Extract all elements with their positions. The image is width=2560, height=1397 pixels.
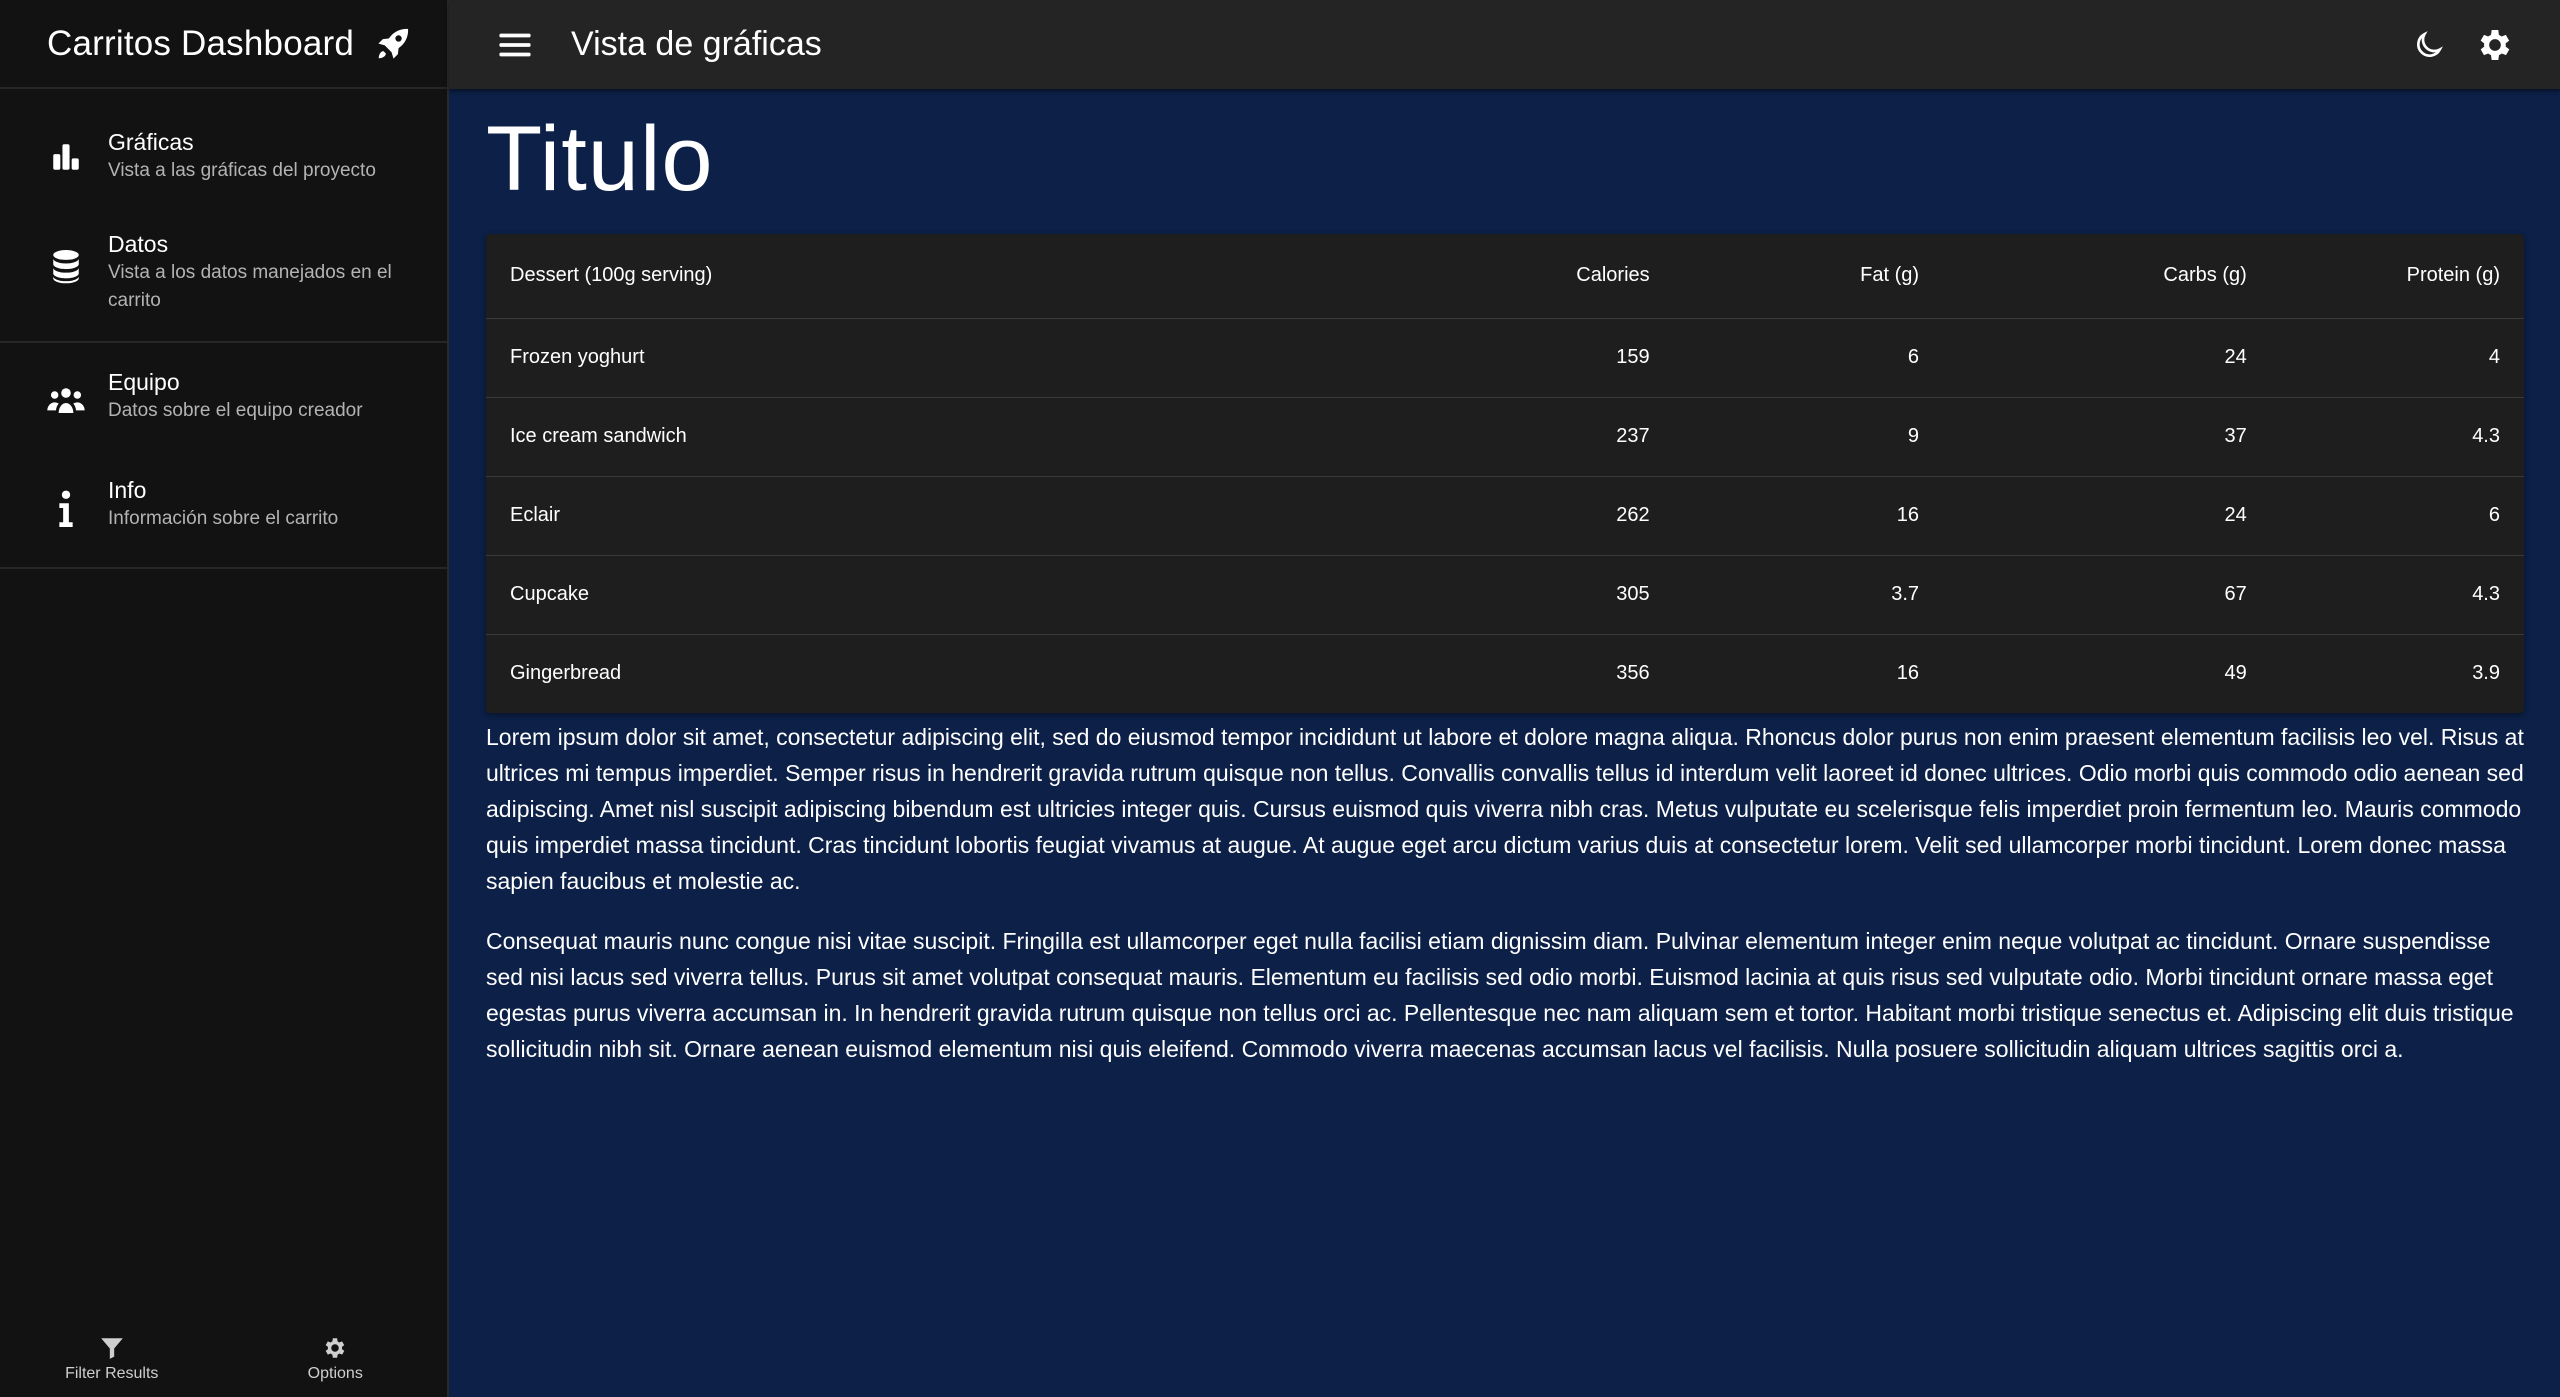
table-cell: Eclair <box>486 476 1553 556</box>
sidebar-item-subtitle: Vista a las gráficas del proyecto <box>108 160 376 181</box>
table-cell: 49 <box>2224 662 2247 685</box>
sidebar-item-equipo[interactable]: Equipo Datos sobre el equipo creador <box>0 367 447 439</box>
rocket-icon <box>378 28 409 59</box>
table-header-row: Dessert (100g serving) Calories Fat (g) … <box>486 234 2524 319</box>
table-cell: 237 <box>1552 397 1674 477</box>
table-cell: 305 <box>1552 555 1674 635</box>
sidebar-item-subtitle: Datos sobre el equipo creador <box>108 400 363 421</box>
column-header-calories[interactable]: Calories <box>1552 234 1674 319</box>
table-cell: 6 <box>1673 318 1944 398</box>
nav-group-main: Gráficas Vista a las gráficas del proyec… <box>0 89 447 343</box>
body-text: Lorem ipsum dolor sit amet, consectetur … <box>486 719 2524 1067</box>
filter-results-label: Filter Results <box>65 1365 159 1382</box>
sidebar-item-title: Info <box>108 477 147 503</box>
table-row: Ice cream sandwich 237 9 37 4.3 <box>486 397 2524 477</box>
table-cell: Frozen yoghurt <box>486 318 1553 398</box>
sidebar-header: Carritos Dashboard <box>0 0 447 89</box>
desserts-table: Dessert (100g serving) Calories Fat (g) … <box>486 234 2524 713</box>
table-cell: 3.7 <box>1673 555 1944 635</box>
sidebar-item-datos[interactable]: Datos Vista a los datos manejados en el … <box>0 229 447 331</box>
table-cell: 67 <box>1943 555 2271 635</box>
table-cell: 24 <box>1943 476 2271 556</box>
table-cell: 4.3 <box>2270 397 2524 477</box>
table-cell: Gingerbread <box>510 662 622 685</box>
bottom-navigation: Filter Results Options <box>0 1327 447 1397</box>
moon-icon <box>2417 30 2443 57</box>
table-row: Cupcake 305 3.7 67 4.3 <box>486 555 2524 635</box>
sidebar-item-subtitle: Vista a los datos manejados en el carrit… <box>108 262 392 311</box>
filter-icon <box>100 1338 123 1359</box>
table-row: Frozen yoghurt 159 6 24 4 <box>486 318 2524 398</box>
info-icon <box>46 489 86 529</box>
sidebar-item-info[interactable]: Info Información sobre el carrito <box>0 475 447 547</box>
top-app-bar: Vista de gráficas <box>449 0 2560 89</box>
column-header-fat[interactable]: Fat (g) <box>1673 234 1944 319</box>
sidebar-item-title: Datos <box>108 231 169 257</box>
top-actions <box>2384 24 2516 66</box>
table-cell: 24 <box>1943 318 2271 398</box>
sidebar-item-subtitle: Información sobre el carrito <box>108 508 339 529</box>
table-cell: 4 <box>2270 318 2524 398</box>
options-label: Options <box>307 1365 363 1382</box>
table-row: Gingerbread 356 16 49 3.9 <box>486 634 2524 713</box>
sidebar: Carritos Dashboard Gráficas Vista a las … <box>0 0 449 1397</box>
people-icon <box>46 381 86 421</box>
gear-icon <box>2480 29 2510 60</box>
table-cell: 9 <box>1673 397 1944 477</box>
table-cell: 16 <box>1673 476 1944 556</box>
table-cell: 3.9 <box>2472 662 2500 685</box>
filter-results-button[interactable]: Filter Results <box>0 1327 224 1397</box>
database-icon <box>46 247 86 287</box>
hamburger-menu-icon <box>499 33 531 56</box>
table-cell: 159 <box>1552 318 1674 398</box>
table-cell: 37 <box>1943 397 2271 477</box>
column-header-protein[interactable]: Protein (g) <box>2270 234 2524 319</box>
table-cell: 262 <box>1552 476 1674 556</box>
table-cell: Ice cream sandwich <box>486 397 1553 477</box>
menu-button[interactable] <box>495 25 535 65</box>
sidebar-item-title: Equipo <box>108 369 180 395</box>
app-title: Carritos Dashboard <box>47 23 355 63</box>
table-cell: Cupcake <box>486 555 1553 635</box>
options-button[interactable]: Options <box>224 1327 448 1397</box>
nav-group-secondary: Equipo Datos sobre el equipo creador Inf… <box>0 343 447 569</box>
bar-chart-icon <box>46 137 86 177</box>
paragraph: Consequat mauris nunc congue nisi vitae … <box>486 928 2514 1062</box>
settings-button[interactable] <box>2474 24 2516 66</box>
table-cell: 6 <box>2270 476 2524 556</box>
sidebar-item-graficas[interactable]: Gráficas Vista a las gráficas del proyec… <box>0 127 447 199</box>
table-cell: 4.3 <box>2270 555 2524 635</box>
content-heading: Titulo <box>486 108 714 210</box>
table-cell: 16 <box>1896 662 1920 685</box>
column-header-carbs[interactable]: Carbs (g) <box>1943 234 2271 319</box>
desserts-table-card: Dessert (100g serving) Calories Fat (g) … <box>486 234 2524 713</box>
dark-mode-toggle[interactable] <box>2408 24 2450 66</box>
column-header-dessert[interactable]: Dessert (100g serving) <box>486 234 1553 319</box>
sidebar-item-title: Gráficas <box>108 129 194 155</box>
table-row: Eclair 262 16 24 6 <box>486 476 2524 556</box>
page-title: Vista de gráficas <box>571 25 822 63</box>
main-content: Titulo Dessert (100g serving) Calories F… <box>486 89 2524 1067</box>
gear-icon <box>325 1338 345 1358</box>
table-cell: 356 <box>1616 662 1650 685</box>
paragraph: Lorem ipsum dolor sit amet, consectetur … <box>486 724 2524 894</box>
